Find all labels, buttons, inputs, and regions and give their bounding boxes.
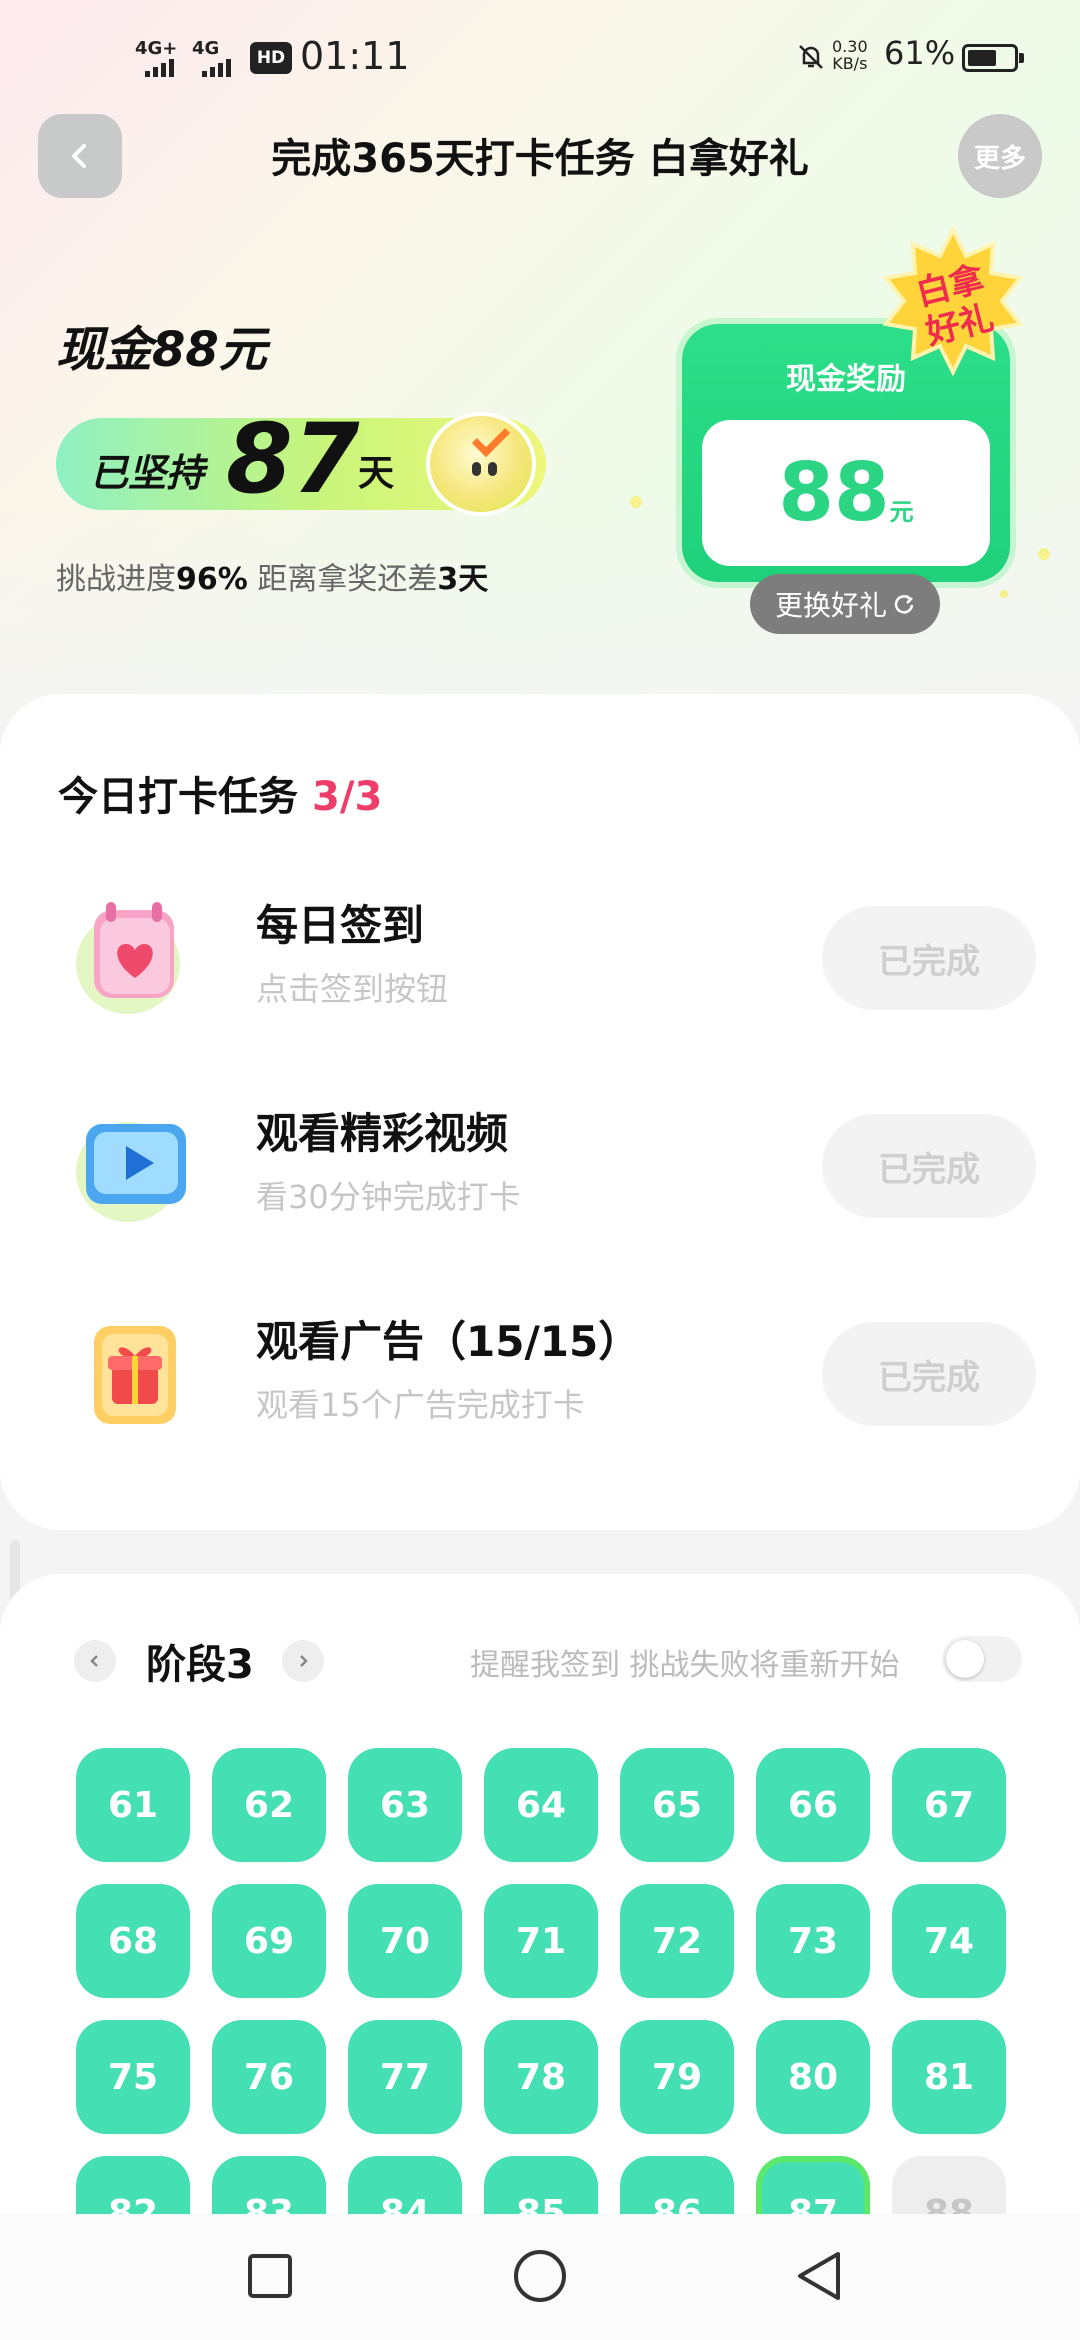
day-cell[interactable]: 81 [892,2020,1006,2134]
recents-button[interactable] [240,2246,300,2306]
prize-unit: 元 [889,498,914,526]
day-cell[interactable]: 63 [348,1748,462,1862]
day-cell[interactable]: 61 [76,1748,190,1862]
net-speed-unit: KB/s [832,54,868,73]
page-title: 完成365天打卡任务 白拿好礼 [271,136,809,182]
day-cell[interactable]: 67 [892,1748,1006,1862]
signal-bars-icon [145,59,174,77]
reward-title: 现金88元 [56,322,267,378]
task-done-button[interactable]: 已完成 [822,906,1036,1010]
task-item: 观看精彩视频 看30分钟完成打卡 已完成 [0,1088,1080,1248]
day-cell[interactable]: 84 [348,2156,462,2214]
calendar-heart-icon [76,902,180,1014]
progress-remaining: 3天 [437,562,489,597]
progress-prefix: 挑战进度 [56,562,176,597]
day-grid: 61 62 63 64 65 66 67 68 69 70 71 72 73 74 75 76 77 78 79 80… [0,1574,1080,2214]
task-heading: 今日打卡任务 3/3 [58,764,382,822]
video-play-icon [76,1122,186,1222]
battery-percent: 61% [884,34,956,72]
mascot-icon [426,412,536,516]
day-cell[interactable]: 73 [756,1884,870,1998]
home-button[interactable] [510,2246,570,2306]
day-cell[interactable]: 79 [620,2020,734,2134]
signal-2-label: 4G [192,38,220,59]
day-cell[interactable]: 66 [756,1748,870,1862]
day-cell[interactable]: 74 [892,1884,1006,1998]
day-cell[interactable]: 70 [348,1884,462,1998]
progress-line: 挑战进度96% 距离拿奖还差3天 [56,554,488,598]
task-count: 3/3 [312,774,383,820]
signal-2: 4G [192,38,231,77]
day-cell[interactable]: 83 [212,2156,326,2214]
task-subtitle: 点击签到按钮 [256,970,449,1008]
bell-off-icon [799,45,823,69]
task-title: 每日签到 [256,901,425,950]
day-cell[interactable]: 75 [76,2020,190,2134]
streak-pill: 已坚持 87 天 [56,404,546,516]
task-subtitle: 看30分钟完成打卡 [256,1178,521,1216]
day-cell[interactable]: 69 [212,1884,326,1998]
day-cell[interactable]: 65 [620,1748,734,1862]
hd-icon: HD [250,42,292,74]
task-done-button[interactable]: 已完成 [822,1114,1036,1218]
streak-days: 87 [226,403,360,515]
more-button[interactable]: 更多 [958,114,1042,198]
sparkle-icon [1000,590,1008,598]
refresh-icon [894,594,914,614]
net-speed: 0.30 KB/s [832,38,868,72]
clock: 01:11 [300,34,410,78]
day-cell[interactable]: 78 [484,2020,598,2134]
day-cell[interactable]: 72 [620,1884,734,1998]
day-cell[interactable]: 77 [348,2020,462,2134]
progress-middle: 距离拿奖还差 [247,562,438,597]
task-card: 今日打卡任务 3/3 每日签到 点击签到按钮 已完成 观看精彩视频 看30分钟完成… [0,694,1080,1530]
sparkle-icon [630,496,642,508]
triangle-back-icon [798,2252,840,2300]
day-cell[interactable]: 62 [212,1748,326,1862]
task-subtitle: 观看15个广告完成打卡 [256,1386,585,1424]
task-heading-label: 今日打卡任务 [58,774,298,820]
sparkle-icon [1038,548,1050,560]
progress-percent: 96% [176,562,248,597]
prize-inner: 88元 [702,420,990,566]
net-speed-value: 0.30 [832,37,868,56]
task-item: 每日签到 点击签到按钮 已完成 [0,880,1080,1040]
day-cell[interactable]: 76 [212,2020,326,2134]
gift-icon [94,1326,176,1424]
swap-gift-label: 更换好礼 [774,589,887,622]
battery-icon [962,44,1024,72]
day-cell[interactable]: 86 [620,2156,734,2214]
signal-1-label: 4G+ [135,38,178,59]
day-cell[interactable]: 82 [76,2156,190,2214]
swap-gift-button[interactable]: 更换好礼 [750,574,940,634]
day-cell[interactable]: 87 [756,2156,870,2214]
navigation-bar [0,2214,1080,2340]
streak-prefix: 已坚持 [90,451,205,495]
day-cell[interactable]: 64 [484,1748,598,1862]
day-cell[interactable]: 80 [756,2020,870,2134]
signal-1: 4G+ [135,38,178,77]
streak-suffix: 天 [358,453,395,494]
day-cell[interactable]: 68 [76,1884,190,1998]
square-icon [248,2254,292,2298]
prize-amount: 88 [778,446,890,539]
status-bar: 4G+ 4G HD 01:11 0.30 KB/s 61% [0,30,1080,90]
task-item: 观看广告（15/15） 观看15个广告完成打卡 已完成 [0,1296,1080,1456]
signal-bars-icon [202,59,231,77]
task-title: 观看广告（15/15） [256,1317,641,1366]
day-cell[interactable]: 71 [484,1884,598,1998]
day-cell[interactable]: 88 [892,2156,1006,2214]
task-title: 观看精彩视频 [256,1109,509,1158]
back-nav-button[interactable] [790,2246,850,2306]
day-cell[interactable]: 85 [484,2156,598,2214]
task-done-button[interactable]: 已完成 [822,1322,1036,1426]
circle-icon [514,2250,566,2302]
